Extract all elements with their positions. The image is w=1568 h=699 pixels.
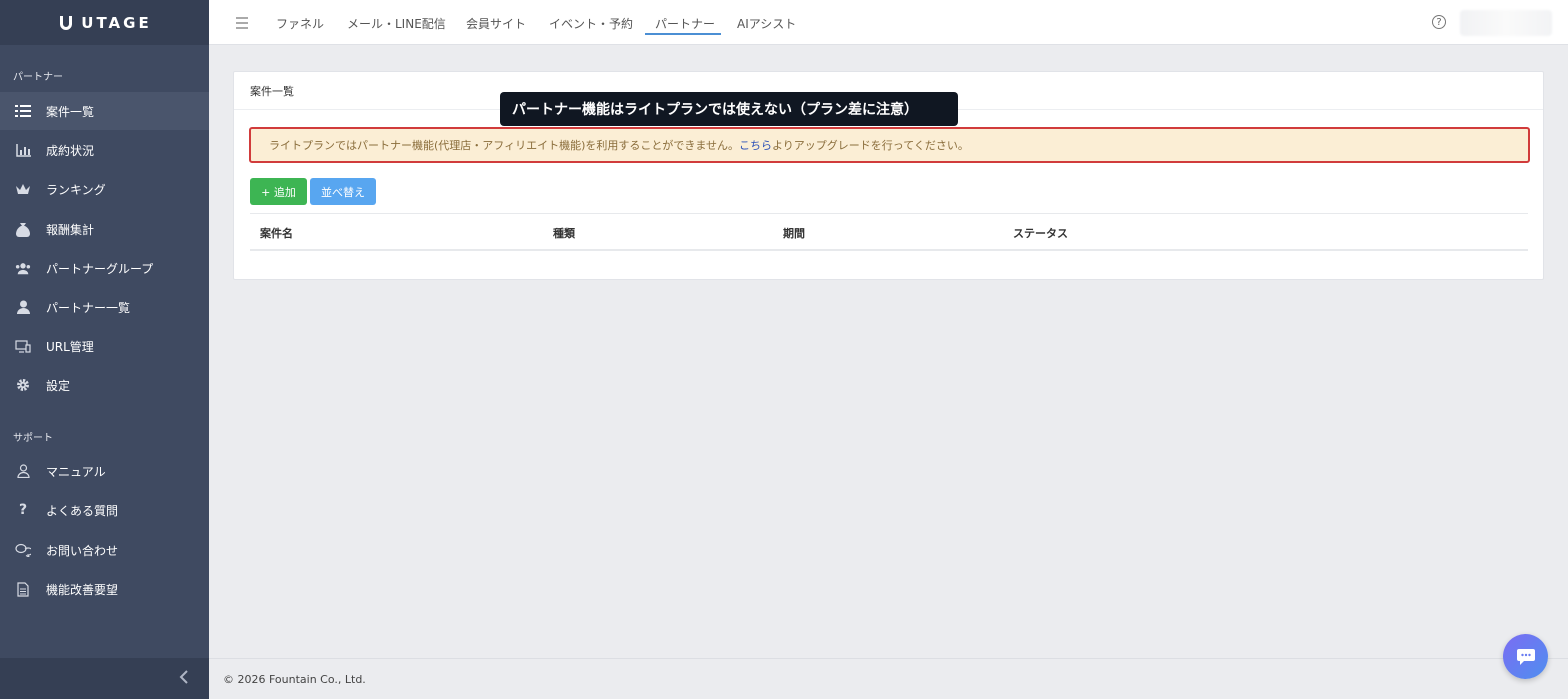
sidebar: UTAGE パートナー 案件一覧 成約状況 ランキング 報酬集計 パートナーグル… — [0, 0, 209, 699]
sidebar-item-partner-groups[interactable]: パートナーグループ — [0, 249, 209, 287]
chart-icon — [15, 142, 31, 158]
sidebar-item-label: ランキング — [46, 182, 106, 197]
sidebar-item-label: パートナーグループ — [46, 261, 154, 276]
sidebar-section-support: サポート — [13, 433, 53, 444]
monitor-icon — [15, 338, 31, 354]
sidebar-item-label: マニュアル — [46, 464, 106, 479]
sidebar-item-label: パートナー一覧 — [46, 300, 131, 315]
sort-button[interactable]: 並べ替え — [310, 178, 376, 205]
chevron-left-icon[interactable] — [179, 670, 195, 686]
brand-name: UTAGE — [81, 13, 152, 32]
gear-icon — [15, 377, 31, 393]
sidebar-item-label: 成約状況 — [46, 143, 95, 158]
top-navigation-bar: ファネル メール・LINE配信 会員サイト イベント・予約 パートナー AIアシ… — [209, 0, 1568, 45]
brand[interactable]: UTAGE — [0, 0, 209, 45]
alert-text-after: よりアップグレードを行ってください。 — [772, 139, 969, 152]
nav-active-underline — [645, 33, 721, 35]
sidebar-item-settings[interactable]: 設定 — [0, 366, 209, 404]
sidebar-item-rewards[interactable]: 報酬集計 — [0, 210, 209, 248]
case-table: 案件名 種類 期間 ステータス — [250, 213, 1528, 251]
nav-funnel[interactable]: ファネル — [276, 15, 324, 32]
sidebar-item-partner-list[interactable]: パートナー一覧 — [0, 288, 209, 326]
sidebar-item-manual[interactable]: マニュアル — [0, 452, 209, 490]
nav-event-booking[interactable]: イベント・予約 — [549, 15, 633, 32]
plan-warning-alert: ライトプランではパートナー機能(代理店・アフィリエイト機能)を利用することができ… — [249, 127, 1530, 163]
annotation-tooltip: パートナー機能はライトプランでは使えない（プラン差に注意） — [500, 92, 958, 126]
sidebar-item-label: 機能改善要望 — [46, 582, 119, 597]
sidebar-item-label: 報酬集計 — [46, 222, 95, 237]
nav-mail-line[interactable]: メール・LINE配信 — [347, 15, 446, 32]
question-icon: ? — [18, 502, 28, 518]
sidebar-item-label: お問い合わせ — [46, 543, 119, 558]
document-icon — [15, 581, 31, 597]
sidebar-item-url-management[interactable]: URL管理 — [0, 327, 209, 365]
utage-logo-icon — [60, 15, 73, 30]
sidebar-item-contracts[interactable]: 成約状況 — [0, 131, 209, 169]
nav-partner[interactable]: パートナー — [655, 15, 715, 32]
column-header-case-name[interactable]: 案件名 — [260, 225, 293, 241]
sidebar-item-faq[interactable]: ? よくある質問 — [0, 491, 209, 529]
hamburger-menu-icon[interactable] — [235, 14, 249, 29]
sidebar-section-partner: パートナー — [13, 72, 63, 83]
column-header-status[interactable]: ステータス — [1013, 225, 1068, 241]
sidebar-collapse-bar[interactable] — [0, 658, 209, 699]
column-header-type[interactable]: 種類 — [553, 225, 575, 241]
column-header-period[interactable]: 期間 — [783, 225, 805, 241]
account-menu[interactable] — [1460, 10, 1552, 36]
crown-icon — [15, 181, 31, 197]
upgrade-link[interactable]: こちら — [739, 137, 772, 153]
nav-ai-assist[interactable]: AIアシスト — [737, 15, 796, 32]
user-icon — [15, 299, 31, 315]
list-icon — [15, 103, 31, 119]
sidebar-item-feature-request[interactable]: 機能改善要望 — [0, 570, 209, 608]
person-outline-icon — [15, 463, 31, 479]
sidebar-item-ranking[interactable]: ランキング — [0, 170, 209, 208]
add-button[interactable]: + 追加 — [250, 178, 307, 205]
alert-text-before: ライトプランではパートナー機能(代理店・アフィリエイト機能)を利用することができ… — [269, 139, 740, 152]
sidebar-item-label: よくある質問 — [46, 503, 119, 518]
chat-bubbles-icon — [15, 542, 31, 558]
users-icon — [15, 260, 31, 276]
money-bag-icon — [15, 221, 31, 237]
footer-copyright: © 2026 Fountain Co., Ltd. — [209, 658, 1568, 699]
chat-bubble-icon — [1516, 648, 1535, 665]
sidebar-item-contact[interactable]: お問い合わせ — [0, 531, 209, 569]
sidebar-item-label: 設定 — [46, 378, 71, 393]
sidebar-item-cases[interactable]: 案件一覧 — [0, 92, 209, 130]
help-icon[interactable]: ? — [1432, 15, 1446, 29]
sidebar-item-label: 案件一覧 — [46, 104, 95, 119]
sidebar-item-label: URL管理 — [46, 339, 94, 354]
nav-member-site[interactable]: 会員サイト — [466, 15, 526, 32]
chat-support-button[interactable] — [1503, 634, 1548, 679]
